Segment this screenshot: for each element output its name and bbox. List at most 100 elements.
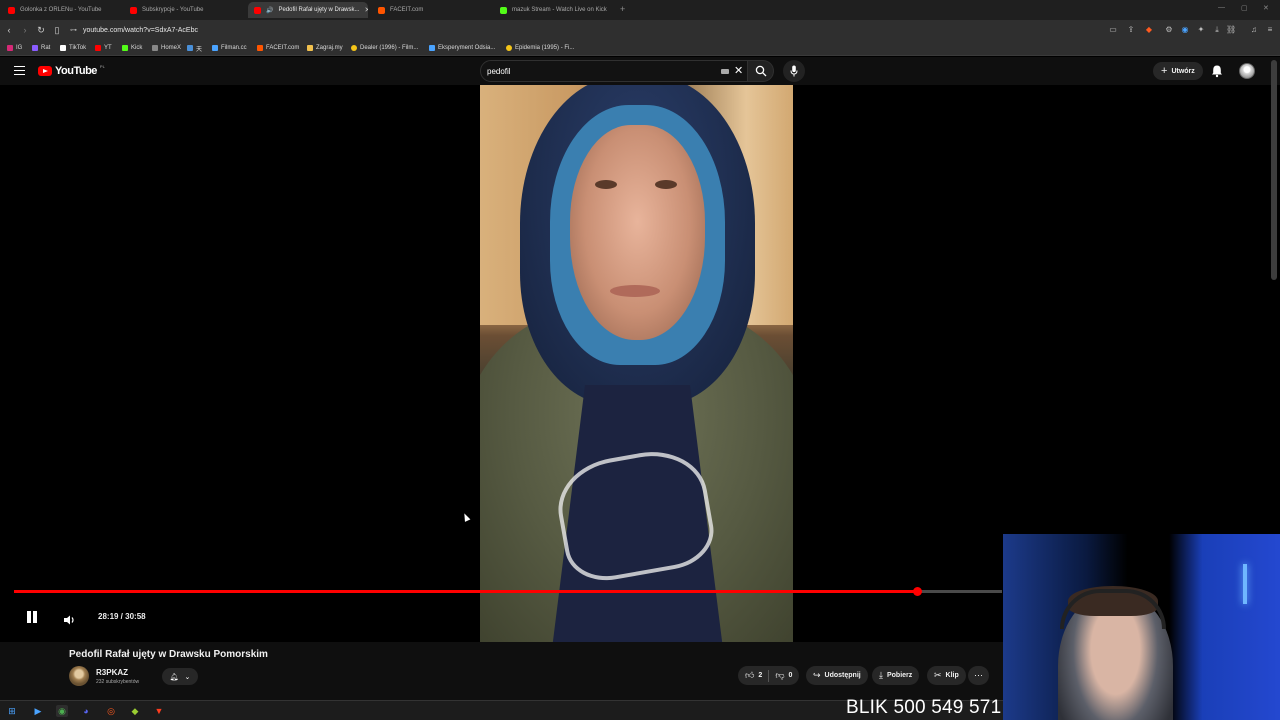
- explorer-icon[interactable]: ▶: [32, 705, 44, 717]
- site-info-icon[interactable]: ⊶: [70, 26, 77, 34]
- bookmark-x[interactable]: X: [177, 43, 181, 53]
- more-dots-icon: ⋯: [974, 670, 983, 680]
- bookmark-filman[interactable]: Filman.cc: [212, 43, 247, 53]
- music-icon[interactable]: ♫: [1249, 25, 1259, 35]
- bookmark-zagraj[interactable]: Zagraj.my: [307, 43, 343, 53]
- url-field[interactable]: ⊶ youtube.com/watch?v=SdxA7-AcEbc: [70, 23, 1100, 37]
- share-page-icon[interactable]: ⇪: [1126, 25, 1136, 35]
- page-scrollbar[interactable]: [1271, 60, 1277, 280]
- thumbs-down-icon[interactable]: 👎︎: [775, 670, 784, 681]
- video-player[interactable]: [0, 85, 1003, 642]
- thumbs-up-icon[interactable]: 👍︎: [745, 670, 754, 681]
- link-icon[interactable]: ⛓: [1226, 25, 1236, 35]
- speaker-icon: 🔊: [266, 7, 274, 14]
- bookmark-chinese[interactable]: 天: [187, 43, 202, 53]
- youtube-favicon-icon: [130, 6, 137, 14]
- bookmark-label: FACEIT.com: [266, 45, 300, 51]
- bookmarks-bar: IG Rat TikTok YT Kick Home X 天 Filman.cc…: [0, 40, 1280, 56]
- cast-icon[interactable]: ▭: [1108, 25, 1118, 35]
- channel-avatar[interactable]: [69, 666, 89, 686]
- download-button[interactable]: ⤓ Pobierz: [872, 666, 920, 685]
- clip-button[interactable]: ✂ Klip: [927, 666, 966, 685]
- downloads-icon[interactable]: ⤓: [1212, 25, 1222, 35]
- bookmark-icon[interactable]: ▯: [50, 25, 64, 36]
- bookmark-label: Dealer (1996) - Film...: [360, 45, 419, 51]
- brave-shield-icon[interactable]: ◆: [1144, 25, 1154, 35]
- maximize-icon[interactable]: ▢: [1241, 4, 1248, 12]
- search-icon: [755, 65, 766, 77]
- browser-icon[interactable]: ◎: [105, 705, 117, 717]
- bookmark-kick[interactable]: Kick: [122, 43, 142, 53]
- close-tab-icon[interactable]: ✕: [365, 6, 368, 14]
- bookmark-ig[interactable]: IG: [7, 43, 22, 53]
- create-button[interactable]: + Utwórz: [1153, 62, 1203, 80]
- seek-bar-handle[interactable]: [913, 587, 922, 596]
- bookmark-home[interactable]: Home: [152, 43, 177, 53]
- like-dislike-group: 👍︎ 2 👎︎ 0: [738, 666, 800, 685]
- menu-dots-icon[interactable]: ≡: [1265, 25, 1275, 35]
- minimize-icon[interactable]: —: [1218, 4, 1225, 11]
- more-actions-button[interactable]: ⋯: [968, 666, 989, 685]
- tab-golonka[interactable]: Golonka z ORLENu - YouTube: [2, 2, 120, 18]
- subscription-bell-button[interactable]: 🔔︎ ⌄: [162, 668, 198, 685]
- bookmark-label: 天: [196, 46, 203, 53]
- faceit-icon: [257, 45, 263, 51]
- divider: [768, 669, 770, 682]
- time-display: 28:19 / 30:58: [98, 612, 146, 621]
- channel-name[interactable]: R3PKAZ: [96, 668, 128, 677]
- pause-icon[interactable]: [26, 611, 38, 623]
- bookmark-yt[interactable]: YT: [95, 43, 112, 53]
- tab-subscriptions[interactable]: Subskrypcje - YouTube: [124, 2, 246, 18]
- screen: Golonka z ORLENu - YouTube Subskrypcje -…: [0, 0, 1280, 720]
- windows-start-icon[interactable]: ⊞: [6, 705, 18, 717]
- keyboard-icon[interactable]: [721, 69, 729, 74]
- video-title: Pedofil Rafał ujęty w Drawsku Pomorskim: [69, 649, 268, 660]
- forward-icon[interactable]: ›: [18, 25, 32, 35]
- search-input[interactable]: [487, 66, 707, 76]
- youtube-header: YouTube PL ✕ + Utwórz: [0, 57, 1280, 85]
- bookmark-label: Epidemia (1995) - Fi...: [515, 45, 575, 51]
- bookmark-faceit[interactable]: FACEIT.com: [257, 43, 299, 53]
- puzzle-icon[interactable]: ✦: [1196, 25, 1206, 35]
- chrome-icon[interactable]: ◉: [56, 705, 68, 717]
- back-icon[interactable]: ‹: [2, 25, 16, 35]
- tab-faceit[interactable]: FACEIT.com: [372, 2, 492, 18]
- share-icon: ↪: [813, 670, 821, 680]
- webcam-neon-light: [1243, 564, 1247, 604]
- seek-bar[interactable]: [14, 587, 1002, 596]
- like-count[interactable]: 2: [758, 672, 762, 679]
- filmweb-icon: [506, 45, 512, 51]
- user-avatar[interactable]: [1239, 63, 1255, 79]
- bookmark-epidemia[interactable]: Epidemia (1995) - Fi...: [506, 43, 574, 53]
- bookmark-tiktok[interactable]: TikTok: [60, 43, 86, 53]
- hamburger-menu-icon[interactable]: [14, 66, 25, 75]
- tab-kick[interactable]: mazuk Stream - Watch Live on Kick: [494, 2, 616, 18]
- tab-label: mazuk Stream - Watch Live on Kick: [512, 7, 607, 13]
- voice-search-button[interactable]: [783, 60, 805, 82]
- reload-icon[interactable]: ↻: [34, 25, 48, 36]
- bookmark-dealer[interactable]: Dealer (1996) - Film...: [351, 43, 418, 53]
- clear-search-icon[interactable]: ✕: [734, 64, 743, 77]
- discord-icon[interactable]: ◕: [80, 705, 92, 717]
- window-close-icon[interactable]: ✕: [1263, 4, 1269, 12]
- zagraj-icon: [307, 45, 313, 51]
- extension-icon[interactable]: ⚙: [1164, 25, 1174, 35]
- vpn-icon[interactable]: ◉: [1180, 25, 1190, 35]
- chevron-down-icon: ⌄: [184, 673, 191, 681]
- new-tab-icon[interactable]: +: [620, 4, 625, 14]
- dislike-count[interactable]: 0: [788, 672, 792, 679]
- bookmark-rat[interactable]: Rat: [32, 43, 50, 53]
- tab-active-video[interactable]: 🔊 Pedofil Rafał ujęty w Drawsk... ✕: [248, 2, 368, 18]
- search-box[interactable]: ✕: [480, 60, 748, 82]
- share-button[interactable]: ↪ Udostępnij: [806, 666, 868, 685]
- video-frame: [480, 85, 793, 642]
- tab-label: Golonka z ORLENu - YouTube: [20, 7, 102, 13]
- notifications-bell-icon[interactable]: [1210, 64, 1224, 78]
- filmweb-icon: [351, 45, 357, 51]
- brave-icon[interactable]: ▼: [153, 705, 165, 717]
- app-icon[interactable]: ◆: [129, 705, 141, 717]
- volume-icon[interactable]: [63, 612, 77, 625]
- bookmark-eksperyment[interactable]: Eksperyment Odsia...: [429, 43, 495, 53]
- youtube-logo[interactable]: YouTube PL: [38, 64, 105, 77]
- search-button[interactable]: [748, 60, 774, 82]
